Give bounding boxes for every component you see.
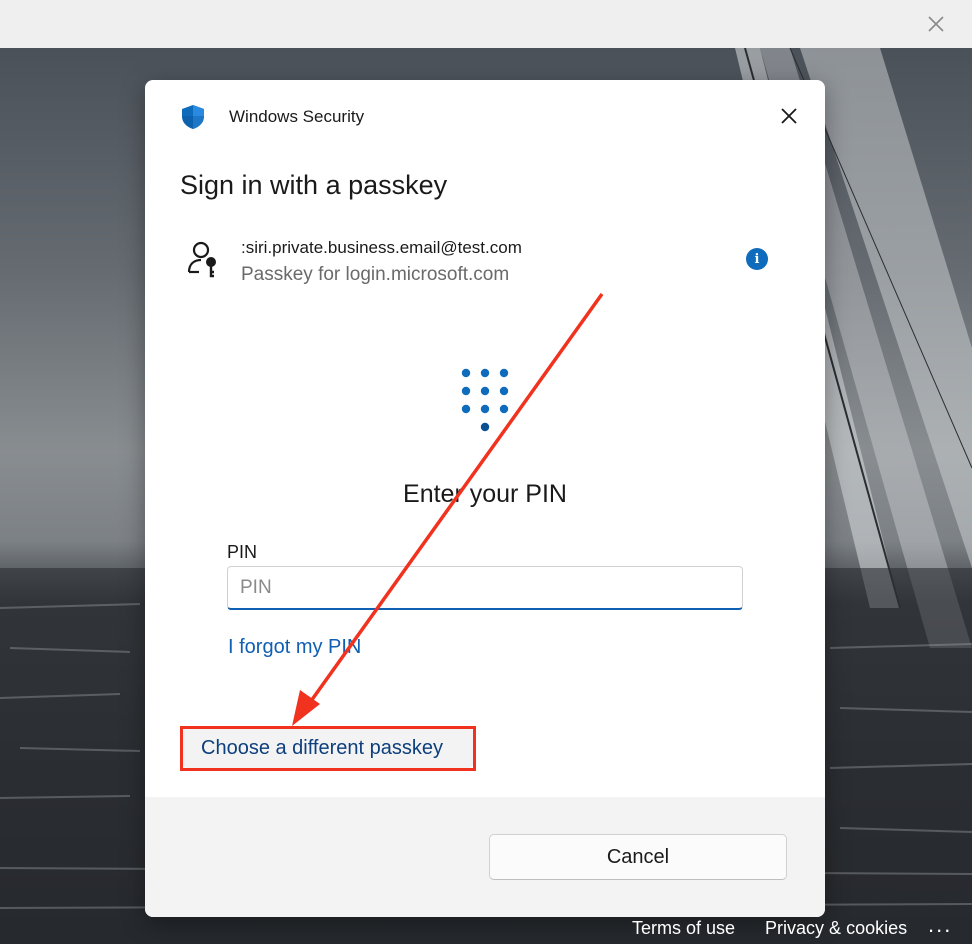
dialog-header: Windows Security <box>145 80 825 152</box>
account-email: :siri.private.business.email@test.com <box>241 238 522 257</box>
forgot-pin-link[interactable]: I forgot my PIN <box>228 636 361 659</box>
dialog-heading: Sign in with a passkey <box>180 170 448 200</box>
windows-security-dialog: Windows Security Sign in with a passkey … <box>145 80 825 917</box>
account-subtitle: Passkey for login.microsoft.com <box>241 264 510 285</box>
app-title: Windows Security <box>229 107 365 126</box>
choose-different-passkey-button[interactable]: Choose a different passkey <box>183 728 473 768</box>
bottom-links: Terms of use Privacy & cookies <box>632 918 907 942</box>
keypad-icon <box>461 368 509 432</box>
pin-label: PIN <box>227 542 258 562</box>
dialog-close-icon[interactable] <box>777 104 801 128</box>
page: Windows Security Sign in with a passkey … <box>0 0 972 944</box>
info-icon-label: i <box>754 251 760 267</box>
pin-prompt: Enter your PIN <box>403 480 567 508</box>
pin-input[interactable] <box>227 566 743 610</box>
info-icon[interactable]: i <box>746 248 768 270</box>
cancel-button[interactable]: Cancel <box>489 834 787 880</box>
browser-top-bar <box>0 0 972 49</box>
privacy-cookies-link[interactable]: Privacy & cookies <box>765 918 907 942</box>
close-icon[interactable] <box>924 12 948 36</box>
account-info: :siri.private.business.email@test.com Pa… <box>185 238 785 298</box>
more-options-icon[interactable]: ... <box>928 912 952 938</box>
shield-icon <box>182 105 204 129</box>
terms-of-use-link[interactable]: Terms of use <box>632 918 735 942</box>
dialog-footer: Cancel <box>145 797 825 917</box>
passkey-user-icon <box>187 241 216 278</box>
